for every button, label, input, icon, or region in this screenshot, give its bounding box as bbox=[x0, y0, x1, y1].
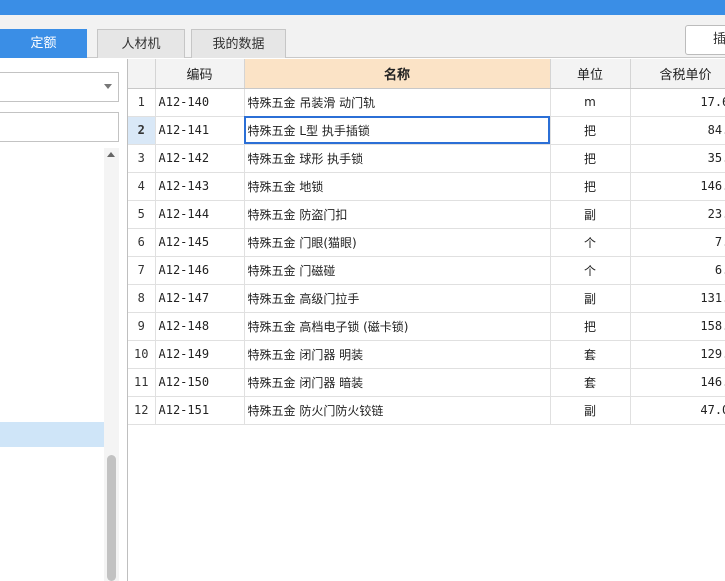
tab-my-data[interactable]: 我的数据 bbox=[191, 29, 286, 58]
chevron-down-icon[interactable] bbox=[104, 84, 112, 89]
cell-name[interactable]: 特殊五金 闭门器 明装 bbox=[244, 340, 551, 369]
cell-code[interactable]: A12-151 bbox=[155, 396, 245, 425]
tab-materials[interactable]: 人材机 bbox=[97, 29, 185, 58]
cell-code[interactable]: A12-150 bbox=[155, 368, 245, 397]
row-index[interactable]: 8 bbox=[128, 284, 156, 313]
cell-name[interactable]: 特殊五金 高级门拉手 bbox=[244, 284, 551, 313]
cell-unit[interactable]: 套 bbox=[550, 340, 631, 369]
row-index[interactable]: 2 bbox=[128, 116, 156, 145]
cell-price[interactable]: 7.8 bbox=[630, 228, 725, 257]
cell-name[interactable]: 特殊五金 吊装滑 动门轨 bbox=[244, 88, 551, 117]
cell-code[interactable]: A12-143 bbox=[155, 172, 245, 201]
row-index[interactable]: 4 bbox=[128, 172, 156, 201]
row-index[interactable]: 11 bbox=[128, 368, 156, 397]
cell-code[interactable]: A12-147 bbox=[155, 284, 245, 313]
cell-name[interactable]: 特殊五金 高档电子锁 (磁卡锁) bbox=[244, 312, 551, 341]
cell-unit[interactable]: m bbox=[550, 88, 631, 117]
column-header-unit[interactable]: 单位 bbox=[550, 59, 631, 89]
column-header-code[interactable]: 编码 bbox=[155, 59, 245, 89]
table-row[interactable]: 7A12-146特殊五金 门磁碰个6.9 bbox=[128, 256, 725, 285]
table-row[interactable]: 10A12-149特殊五金 闭门器 明装套129.9 bbox=[128, 340, 725, 369]
search-input[interactable] bbox=[0, 112, 119, 142]
cell-price[interactable]: 129.9 bbox=[630, 340, 725, 369]
table-row[interactable]: 12A12-151特殊五金 防火门防火铰链副47.02 bbox=[128, 396, 725, 425]
table-row[interactable]: 5A12-144特殊五金 防盗门扣副23.3 bbox=[128, 200, 725, 229]
left-panel bbox=[0, 59, 127, 581]
table-row[interactable]: 11A12-150特殊五金 闭门器 暗装套146.4 bbox=[128, 368, 725, 397]
cell-price[interactable]: 131.5 bbox=[630, 284, 725, 313]
cell-code[interactable]: A12-142 bbox=[155, 144, 245, 173]
cell-name[interactable]: 特殊五金 L型 执手插锁 bbox=[244, 116, 551, 145]
table-row[interactable]: 8A12-147特殊五金 高级门拉手副131.5 bbox=[128, 284, 725, 313]
column-header-index[interactable] bbox=[128, 59, 156, 89]
cell-name[interactable]: 特殊五金 球形 执手锁 bbox=[244, 144, 551, 173]
cell-unit[interactable]: 个 bbox=[550, 256, 631, 285]
title-bar bbox=[0, 0, 725, 15]
table-row[interactable]: 1A12-140特殊五金 吊装滑 动门轨m17.68 bbox=[128, 88, 725, 117]
cell-name[interactable]: 特殊五金 地锁 bbox=[244, 172, 551, 201]
scroll-up-icon[interactable] bbox=[107, 152, 115, 157]
cell-unit[interactable]: 副 bbox=[550, 284, 631, 313]
table-body: 1A12-140特殊五金 吊装滑 动门轨m17.682A12-141特殊五金 L… bbox=[128, 88, 725, 425]
tree-scrollbar[interactable] bbox=[104, 148, 119, 581]
tree-selected-item[interactable] bbox=[0, 422, 104, 447]
row-index[interactable]: 1 bbox=[128, 88, 156, 117]
tab-bar: 定额 人材机 我的数据 插 bbox=[0, 15, 725, 58]
column-header-name[interactable]: 名称 bbox=[244, 59, 551, 89]
cell-name[interactable]: 特殊五金 门眼(猫眼) bbox=[244, 228, 551, 257]
table-row[interactable]: 9A12-148特殊五金 高档电子锁 (磁卡锁)把158.4 bbox=[128, 312, 725, 341]
category-select[interactable] bbox=[0, 72, 119, 102]
cell-unit[interactable]: 套 bbox=[550, 368, 631, 397]
category-tree[interactable] bbox=[0, 148, 104, 581]
insert-button[interactable]: 插 bbox=[685, 25, 725, 55]
cell-unit[interactable]: 把 bbox=[550, 172, 631, 201]
item-table: 编码 名称 单位 含税单价 1A12-140特殊五金 吊装滑 动门轨m17.68… bbox=[128, 59, 725, 425]
cell-price[interactable]: 84.4 bbox=[630, 116, 725, 145]
cell-code[interactable]: A12-149 bbox=[155, 340, 245, 369]
cell-name[interactable]: 特殊五金 防盗门扣 bbox=[244, 200, 551, 229]
cell-price[interactable]: 17.68 bbox=[630, 88, 725, 117]
cell-price[interactable]: 23.3 bbox=[630, 200, 725, 229]
cell-code[interactable]: A12-145 bbox=[155, 228, 245, 257]
cell-unit[interactable]: 个 bbox=[550, 228, 631, 257]
row-index[interactable]: 5 bbox=[128, 200, 156, 229]
cell-unit[interactable]: 把 bbox=[550, 312, 631, 341]
cell-price[interactable]: 6.9 bbox=[630, 256, 725, 285]
cell-code[interactable]: A12-144 bbox=[155, 200, 245, 229]
column-header-price[interactable]: 含税单价 bbox=[630, 59, 725, 89]
cell-unit[interactable]: 把 bbox=[550, 116, 631, 145]
cell-price[interactable]: 158.4 bbox=[630, 312, 725, 341]
table-header-row: 编码 名称 单位 含税单价 bbox=[128, 59, 725, 89]
table-row[interactable]: 4A12-143特殊五金 地锁把146.4 bbox=[128, 172, 725, 201]
row-index[interactable]: 7 bbox=[128, 256, 156, 285]
row-index[interactable]: 9 bbox=[128, 312, 156, 341]
cell-unit[interactable]: 副 bbox=[550, 200, 631, 229]
tab-quota[interactable]: 定额 bbox=[0, 29, 87, 58]
table-row[interactable]: 2A12-141特殊五金 L型 执手插锁把84.4 bbox=[128, 116, 725, 145]
cell-name[interactable]: 特殊五金 防火门防火铰链 bbox=[244, 396, 551, 425]
row-index[interactable]: 10 bbox=[128, 340, 156, 369]
cell-price[interactable]: 47.02 bbox=[630, 396, 725, 425]
cell-code[interactable]: A12-148 bbox=[155, 312, 245, 341]
scroll-thumb[interactable] bbox=[107, 455, 116, 581]
item-grid: 编码 名称 单位 含税单价 1A12-140特殊五金 吊装滑 动门轨m17.68… bbox=[127, 59, 725, 581]
cell-price[interactable]: 146.4 bbox=[630, 368, 725, 397]
table-row[interactable]: 3A12-142特殊五金 球形 执手锁把35.2 bbox=[128, 144, 725, 173]
row-index[interactable]: 12 bbox=[128, 396, 156, 425]
cell-name[interactable]: 特殊五金 闭门器 暗装 bbox=[244, 368, 551, 397]
cell-name[interactable]: 特殊五金 门磁碰 bbox=[244, 256, 551, 285]
cell-code[interactable]: A12-140 bbox=[155, 88, 245, 117]
table-row[interactable]: 6A12-145特殊五金 门眼(猫眼)个7.8 bbox=[128, 228, 725, 257]
cell-unit[interactable]: 副 bbox=[550, 396, 631, 425]
cell-code[interactable]: A12-146 bbox=[155, 256, 245, 285]
cell-code[interactable]: A12-141 bbox=[155, 116, 245, 145]
row-index[interactable]: 3 bbox=[128, 144, 156, 173]
cell-price[interactable]: 146.4 bbox=[630, 172, 725, 201]
row-index[interactable]: 6 bbox=[128, 228, 156, 257]
cell-unit[interactable]: 把 bbox=[550, 144, 631, 173]
cell-price[interactable]: 35.2 bbox=[630, 144, 725, 173]
